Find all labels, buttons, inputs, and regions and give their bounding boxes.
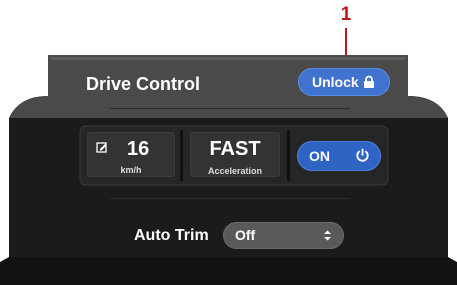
speed-value: 16 <box>127 138 150 160</box>
panel-title: Drive Control <box>86 74 201 94</box>
unlock-button-label: Unlock <box>312 74 359 90</box>
acceleration-gauge: FAST Acceleration <box>190 132 280 177</box>
speed-gauge[interactable]: 16 km/h <box>87 132 175 177</box>
acceleration-value: FAST <box>209 138 261 160</box>
unlock-button[interactable]: Unlock <box>298 68 390 96</box>
acceleration-label: Acceleration <box>207 166 263 176</box>
edit-icon[interactable] <box>96 141 108 153</box>
speed-unit: km/h <box>120 165 142 175</box>
auto-trim-label: Auto Trim <box>134 227 209 244</box>
auto-trim-value: Off <box>235 227 256 243</box>
power-icon <box>356 148 369 162</box>
auto-trim-select[interactable]: Off <box>223 222 344 249</box>
power-toggle-button[interactable]: ON <box>297 141 381 171</box>
lock-icon <box>364 75 374 88</box>
updown-chevron-icon <box>324 230 331 241</box>
power-toggle-label: ON <box>309 148 330 164</box>
